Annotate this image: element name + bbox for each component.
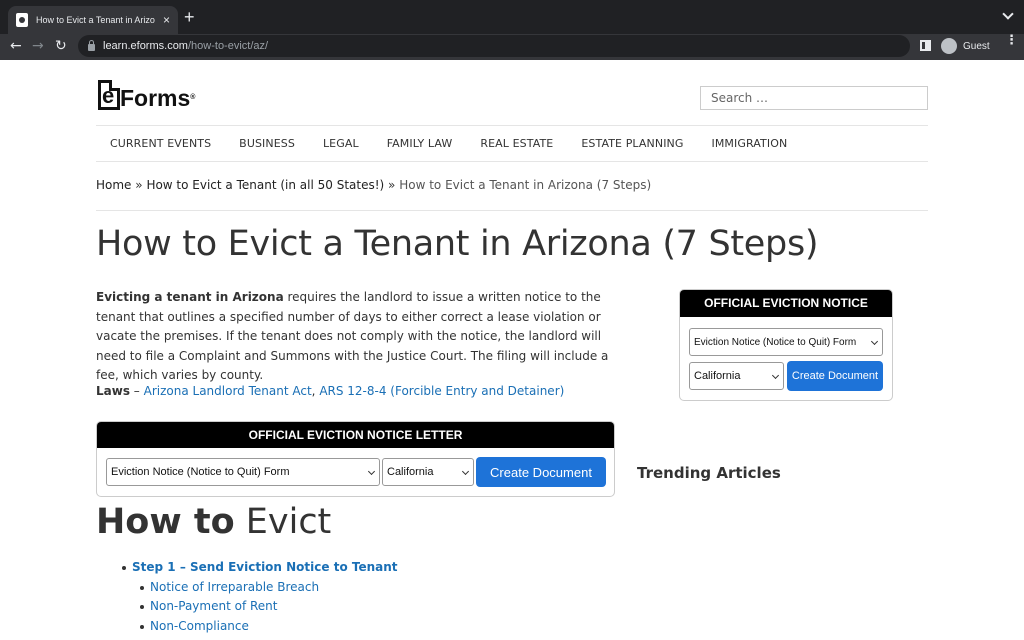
nav-estate-planning[interactable]: ESTATE PLANNING bbox=[581, 137, 683, 150]
new-tab-button[interactable]: + bbox=[184, 7, 195, 28]
create-document-button[interactable]: Create Document bbox=[476, 457, 606, 487]
eviction-notice-widget: OFFICIAL EVICTION NOTICE Eviction Notice… bbox=[679, 289, 893, 401]
search-input[interactable] bbox=[700, 86, 928, 110]
nav-real-estate[interactable]: REAL ESTATE bbox=[480, 137, 553, 150]
breadcrumb-separator: » bbox=[388, 178, 396, 192]
laws-dash: – bbox=[129, 384, 144, 398]
browser-tab[interactable]: How to Evict a Tenant in Arizo × bbox=[8, 6, 178, 34]
intro-paragraph: Evicting a tenant in Arizona requires th… bbox=[96, 288, 621, 386]
substep-link[interactable]: Notice of Irreparable Breach bbox=[139, 580, 319, 594]
how-to-heading: How to Evict bbox=[96, 502, 331, 542]
forward-button[interactable]: → bbox=[32, 38, 44, 54]
browser-tab-bar: How to Evict a Tenant in Arizo × + bbox=[0, 0, 1024, 34]
laws-link-landlord-tenant-act[interactable]: Arizona Landlord Tenant Act bbox=[144, 384, 312, 398]
state-value: California bbox=[694, 370, 741, 382]
how-to-bold: How to bbox=[96, 502, 235, 542]
tab-search-chevron-icon[interactable] bbox=[1002, 8, 1014, 20]
laws-label: Laws bbox=[96, 384, 130, 398]
url-host: learn.eforms.com bbox=[103, 40, 188, 52]
browser-menu-icon[interactable]: ⋮ bbox=[1005, 34, 1018, 47]
step-1-link[interactable]: Step 1 – Send Eviction Notice to Tenant bbox=[132, 560, 398, 574]
lock-icon[interactable] bbox=[88, 39, 95, 51]
nav-current-events[interactable]: CURRENT EVENTS bbox=[110, 137, 211, 150]
form-type-value: Eviction Notice (Notice to Quit) Form bbox=[111, 466, 290, 478]
tab-title: How to Evict a Tenant in Arizo bbox=[36, 15, 155, 25]
form-type-value: Eviction Notice (Notice to Quit) Form bbox=[694, 336, 857, 348]
breadcrumb: Home » How to Evict a Tenant (in all 50 … bbox=[96, 178, 651, 192]
url-text[interactable]: learn.eforms.com/how-to-evict/az/ bbox=[103, 40, 268, 52]
back-button[interactable]: ← bbox=[10, 38, 22, 54]
side-panel-icon[interactable] bbox=[920, 40, 931, 51]
widget-title: OFFICIAL EVICTION NOTICE bbox=[680, 290, 892, 317]
nav-business[interactable]: BUSINESS bbox=[239, 137, 295, 150]
logo-document-icon: e bbox=[98, 80, 120, 110]
eforms-logo[interactable]: e Forms® bbox=[98, 78, 195, 110]
chevron-down-icon bbox=[870, 337, 879, 346]
laws-link-ars[interactable]: ARS 12-8-4 (Forcible Entry and Detainer) bbox=[319, 384, 564, 398]
intro-bold: Evicting a tenant in Arizona bbox=[96, 290, 284, 304]
state-select[interactable]: California bbox=[689, 362, 784, 390]
profile-button[interactable]: Guest bbox=[941, 38, 990, 54]
how-to-rest: Evict bbox=[234, 502, 332, 542]
page-title: How to Evict a Tenant in Arizona (7 Step… bbox=[96, 224, 819, 264]
close-tab-icon[interactable]: × bbox=[163, 13, 170, 27]
eviction-letter-widget: OFFICIAL EVICTION NOTICE LETTER Eviction… bbox=[96, 421, 615, 497]
breadcrumb-parent[interactable]: How to Evict a Tenant (in all 50 States!… bbox=[146, 178, 384, 192]
address-bar[interactable]: learn.eforms.com/how-to-evict/az/ bbox=[78, 35, 910, 57]
main-nav: CURRENT EVENTS BUSINESS LEGAL FAMILY LAW… bbox=[96, 125, 928, 162]
steps-list: Step 1 – Send Eviction Notice to Tenant bbox=[132, 560, 398, 574]
avatar-icon bbox=[941, 38, 957, 54]
form-type-select[interactable]: Eviction Notice (Notice to Quit) Form bbox=[689, 328, 883, 356]
substep-link[interactable]: Non-Payment of Rent bbox=[139, 599, 277, 613]
form-type-select[interactable]: Eviction Notice (Notice to Quit) Form bbox=[106, 458, 380, 486]
nav-immigration[interactable]: IMMIGRATION bbox=[712, 137, 788, 150]
logo-text: Forms bbox=[120, 85, 191, 111]
chevron-down-icon bbox=[367, 467, 376, 476]
create-document-button[interactable]: Create Document bbox=[787, 361, 883, 391]
chevron-down-icon bbox=[771, 371, 780, 380]
url-path: /how-to-evict/az/ bbox=[187, 40, 269, 52]
logo-e: e bbox=[102, 83, 115, 108]
browser-toolbar: ← → ↻ learn.eforms.com/how-to-evict/az/ … bbox=[0, 34, 1024, 60]
trending-articles-heading: Trending Articles bbox=[637, 464, 781, 482]
nav-family-law[interactable]: FAMILY LAW bbox=[387, 137, 453, 150]
breadcrumb-home[interactable]: Home bbox=[96, 178, 131, 192]
breadcrumb-current: How to Evict a Tenant in Arizona (7 Step… bbox=[399, 178, 652, 192]
logo-wordmark: Forms® bbox=[120, 86, 195, 110]
laws-line: Laws – Arizona Landlord Tenant Act, ARS … bbox=[96, 384, 564, 398]
nav-legal[interactable]: LEGAL bbox=[323, 137, 359, 150]
substep-link[interactable]: Non-Compliance bbox=[140, 619, 249, 633]
reload-button[interactable]: ↻ bbox=[55, 38, 67, 54]
chevron-down-icon bbox=[461, 467, 470, 476]
logo-registered: ® bbox=[190, 94, 196, 101]
header-divider bbox=[96, 210, 928, 211]
profile-label: Guest bbox=[963, 40, 990, 52]
breadcrumb-separator: » bbox=[135, 178, 143, 192]
state-select[interactable]: California bbox=[382, 458, 474, 486]
widget-title: OFFICIAL EVICTION NOTICE LETTER bbox=[97, 422, 614, 448]
state-value: California bbox=[387, 466, 434, 478]
page-icon bbox=[16, 13, 28, 27]
